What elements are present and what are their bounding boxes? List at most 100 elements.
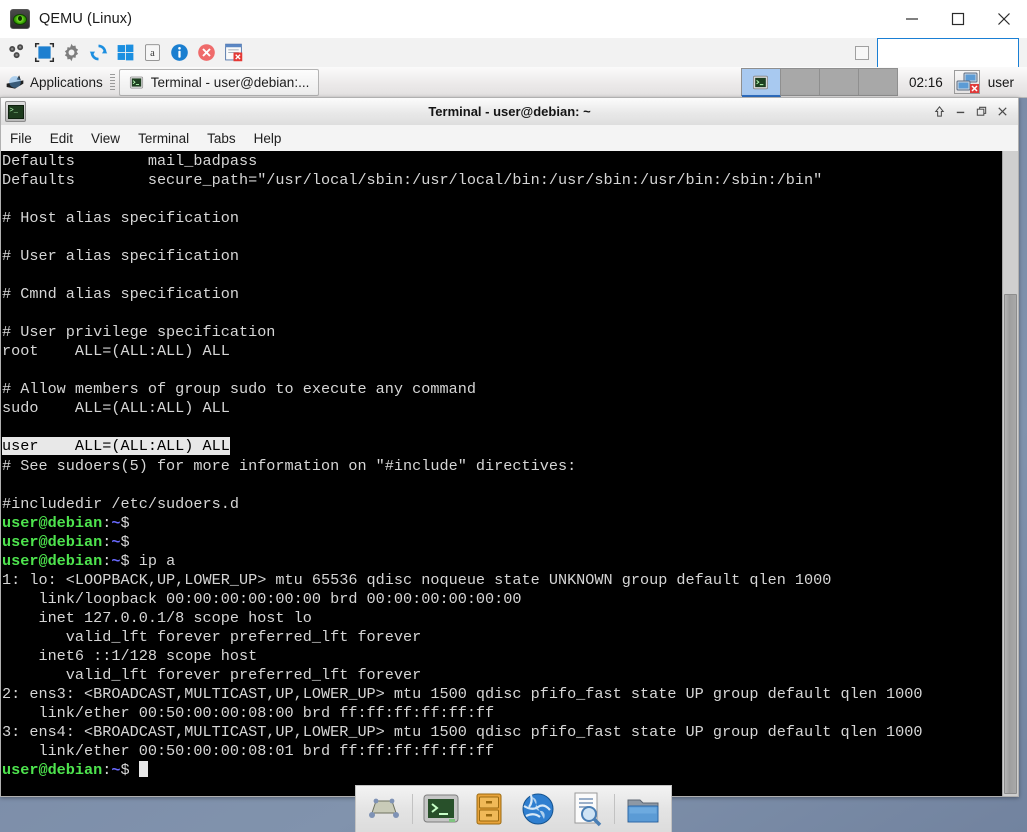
file-archiver-icon[interactable] bbox=[469, 789, 509, 829]
show-desktop-icon[interactable] bbox=[364, 789, 404, 829]
terminal-icon bbox=[129, 76, 143, 88]
applications-menu-button[interactable]: Applications bbox=[0, 72, 103, 92]
workspace-1[interactable] bbox=[741, 69, 781, 98]
terminal-line: # See sudoers(5) for more information on… bbox=[2, 457, 1002, 476]
scrollbar-thumb[interactable] bbox=[1004, 294, 1017, 794]
machine-icon[interactable] bbox=[7, 42, 28, 63]
shade-button[interactable] bbox=[930, 102, 949, 121]
minimize-button[interactable] bbox=[889, 0, 935, 38]
terminal-line: # Cmnd alias specification bbox=[2, 285, 1002, 304]
terminal-line: sudo ALL=(ALL:ALL) ALL bbox=[2, 399, 1002, 418]
terminal-text: Defaults mail_badpass bbox=[2, 152, 258, 170]
workspace-3[interactable] bbox=[819, 69, 859, 95]
taskbar-item-terminal[interactable]: Terminal - user@debian:... bbox=[118, 68, 320, 96]
applications-label: Applications bbox=[30, 74, 103, 90]
terminal-icon: >_ bbox=[5, 101, 26, 122]
minimize-button[interactable] bbox=[951, 102, 970, 121]
taskbar-item-label: Terminal - user@debian:... bbox=[150, 74, 310, 90]
terminal-text: ~ bbox=[111, 532, 121, 551]
windows-logo-icon[interactable] bbox=[115, 42, 136, 63]
close-button[interactable] bbox=[993, 102, 1012, 121]
info-icon[interactable] bbox=[169, 42, 190, 63]
terminal-text: valid_lft forever preferred_lft forever bbox=[2, 627, 422, 646]
terminal-text: ~ bbox=[111, 761, 121, 779]
qemu-window-controls bbox=[889, 0, 1027, 38]
menu-item-file[interactable]: File bbox=[1, 128, 41, 149]
panel-grip-handle[interactable] bbox=[109, 74, 115, 90]
xfce-mouse-icon bbox=[6, 75, 24, 89]
terminal-line: user@debian:~$ bbox=[2, 533, 1002, 552]
find-files-icon[interactable] bbox=[566, 789, 606, 829]
settings-gear-icon[interactable] bbox=[61, 42, 82, 63]
menu-item-edit[interactable]: Edit bbox=[41, 128, 82, 149]
panel-username[interactable]: user bbox=[980, 75, 1021, 90]
terminal-text: ~ bbox=[111, 551, 121, 570]
terminal-line: # User privilege specification bbox=[2, 323, 1002, 342]
terminal-text: $ bbox=[120, 513, 130, 532]
bottom-dock bbox=[355, 785, 672, 832]
terminal-line: inet 127.0.0.1/8 scope host lo bbox=[2, 609, 1002, 628]
terminal-text: link/ether 00:50:00:00:08:01 brd ff:ff:f… bbox=[2, 741, 495, 760]
terminal-line: # Allow members of group sudo to execute… bbox=[2, 380, 1002, 399]
terminal-text: $ ip a bbox=[120, 551, 176, 570]
snapshot-icon[interactable] bbox=[223, 42, 244, 63]
network-disconnected-icon[interactable] bbox=[953, 70, 980, 94]
terminal-text: link/ether 00:50:00:00:08:00 brd ff:ff:f… bbox=[2, 703, 495, 722]
maximize-button[interactable] bbox=[972, 102, 991, 121]
workspace-4[interactable] bbox=[858, 69, 897, 95]
terminal-line: inet6 ::1/128 scope host bbox=[2, 647, 1002, 666]
terminal-text: Defaults secure_path="/usr/local/sbin:/u… bbox=[2, 171, 823, 190]
terminal-line: Defaults secure_path="/usr/local/sbin:/u… bbox=[2, 171, 1002, 190]
reset-refresh-icon[interactable] bbox=[88, 42, 109, 63]
dock-separator bbox=[613, 794, 615, 824]
menu-item-tabs[interactable]: Tabs bbox=[198, 128, 245, 149]
terminal-line: # Host alias specification bbox=[2, 209, 1002, 228]
terminal-line: valid_lft forever preferred_lft forever bbox=[2, 666, 1002, 685]
terminal-text: inet 127.0.0.1/8 scope host lo bbox=[2, 608, 312, 627]
close-button[interactable] bbox=[981, 0, 1027, 38]
terminal-body: Defaults mail_badpass Defaults secure_pat… bbox=[0, 151, 1019, 797]
file-manager-icon[interactable] bbox=[623, 789, 663, 829]
terminal-text: link/loopback 00:00:00:00:00:00 brd 00:0… bbox=[2, 589, 522, 608]
fullscreen-icon[interactable] bbox=[34, 42, 55, 63]
maximize-button[interactable] bbox=[935, 0, 981, 38]
stop-error-icon[interactable] bbox=[196, 42, 217, 63]
panel-clock[interactable]: 02:16 bbox=[898, 75, 954, 90]
terminal-text: valid_lft forever preferred_lft forever bbox=[2, 665, 422, 684]
terminal-text: # See sudoers(5) for more information on… bbox=[2, 456, 577, 475]
terminal-text: user@debian bbox=[2, 532, 103, 551]
terminal-text: user@debian bbox=[2, 551, 103, 570]
menu-item-terminal[interactable]: Terminal bbox=[129, 128, 198, 149]
terminal-window-title: Terminal - user@debian: ~ bbox=[428, 104, 591, 119]
terminal-text: inet6 ::1/128 scope host bbox=[2, 646, 258, 665]
terminal-text: # Host alias specification bbox=[2, 209, 239, 228]
terminal-window-controls bbox=[930, 102, 1018, 121]
terminal-icon[interactable] bbox=[421, 789, 461, 829]
terminal-screen[interactable]: Defaults mail_badpass Defaults secure_pat… bbox=[1, 151, 1002, 796]
menu-item-help[interactable]: Help bbox=[245, 128, 291, 149]
terminal-line: user@debian:~$ bbox=[2, 761, 1002, 780]
terminal-line: valid_lft forever preferred_lft forever bbox=[2, 628, 1002, 647]
terminal-text: # User alias specification bbox=[2, 247, 239, 266]
toolbar-checkbox[interactable] bbox=[855, 45, 869, 60]
menu-item-view[interactable]: View bbox=[82, 128, 129, 149]
svg-text:a: a bbox=[150, 48, 155, 59]
terminal-titlebar[interactable]: >_ Terminal - user@debian: ~ bbox=[0, 97, 1019, 125]
workspace-2[interactable] bbox=[780, 69, 820, 95]
terminal-window: >_ Terminal - user@debian: ~ File Edit V… bbox=[0, 97, 1019, 797]
terminal-line: 2: ens3: <BROADCAST,MULTICAST,UP,LOWER_U… bbox=[2, 685, 1002, 704]
toolbar-text-input[interactable] bbox=[877, 37, 1019, 68]
screenshot-icon[interactable]: a bbox=[142, 42, 163, 63]
dock-separator bbox=[412, 794, 414, 824]
web-browser-icon[interactable] bbox=[518, 789, 558, 829]
workspace-switcher[interactable] bbox=[740, 68, 898, 98]
terminal-text: ~ bbox=[111, 513, 121, 532]
terminal-scrollbar[interactable] bbox=[1002, 151, 1018, 796]
terminal-line: user@debian:~$ ip a bbox=[2, 552, 1002, 571]
